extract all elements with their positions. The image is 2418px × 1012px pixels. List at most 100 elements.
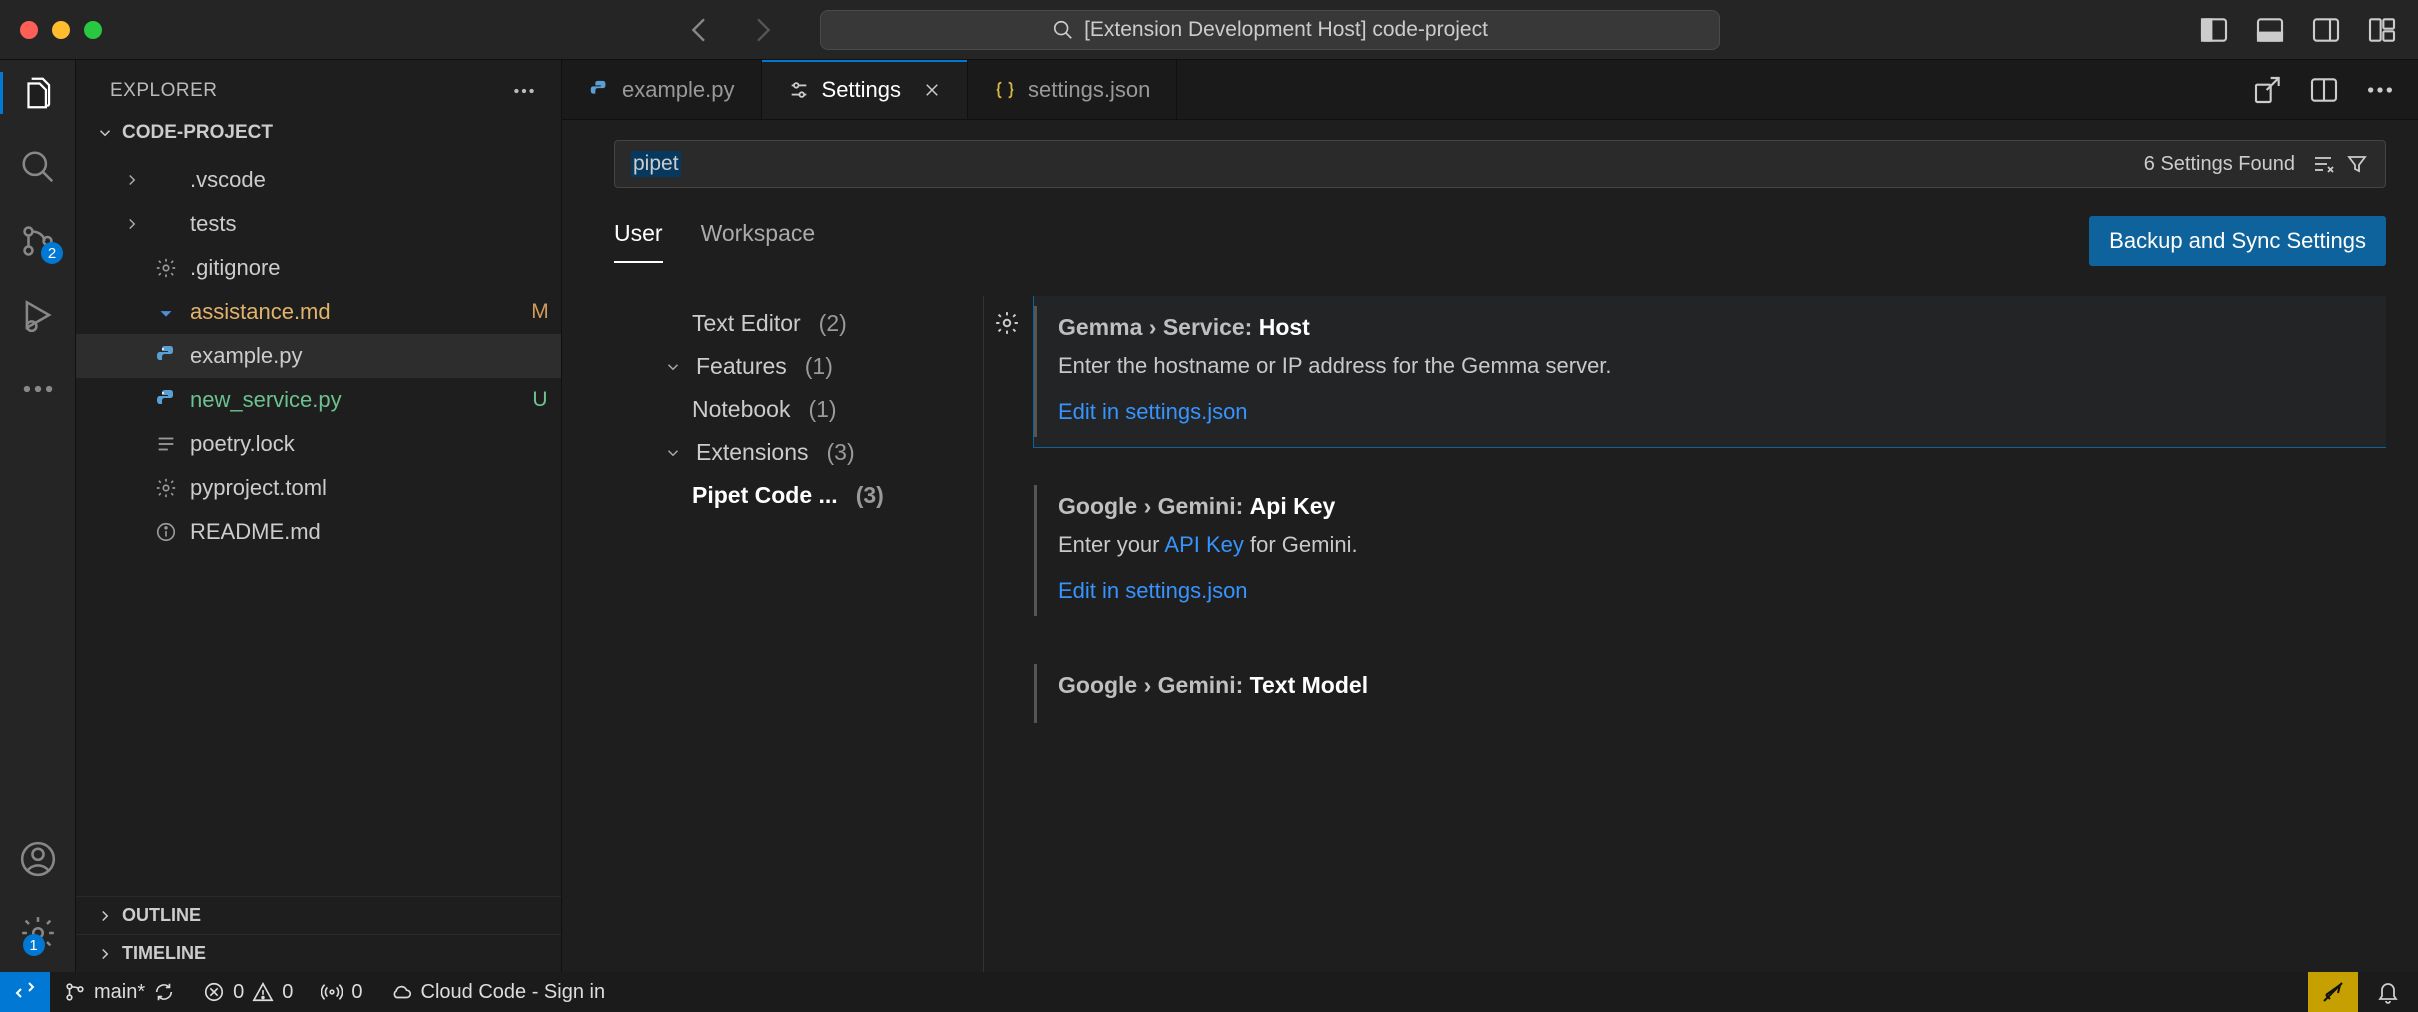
edit-in-settings-json-link[interactable]: Edit in settings.json — [1058, 578, 1248, 603]
layout-customize-icon[interactable] — [2366, 14, 2398, 46]
outline-section-header[interactable]: OUTLINE — [76, 897, 561, 934]
setting-item[interactable]: Google › Gemini: Api KeyEnter your API K… — [1034, 475, 2386, 626]
toc-count: (3) — [856, 482, 884, 509]
sidebar-more-icon[interactable] — [511, 78, 537, 104]
warning-count: 0 — [282, 981, 293, 1004]
gear-icon — [152, 257, 180, 279]
more-actions-icon[interactable] — [2364, 74, 2396, 106]
tab-settings[interactable]: Settings — [762, 60, 969, 119]
lines-icon — [152, 433, 180, 455]
toggle-secondary-sidebar-icon[interactable] — [2310, 14, 2342, 46]
folder-row[interactable]: .vscode — [76, 158, 561, 202]
split-editor-icon[interactable] — [2308, 74, 2340, 106]
tab-example-py[interactable]: example.py — [562, 60, 762, 119]
toc-item[interactable]: Pipet Code ...(3) — [614, 474, 983, 517]
more-views-button[interactable] — [0, 370, 75, 408]
maximize-window-button[interactable] — [84, 21, 102, 39]
toc-count: (1) — [805, 353, 833, 380]
settings-editor: pipet 6 Settings Found User Wor — [562, 120, 2418, 972]
outline-label: OUTLINE — [122, 905, 201, 926]
toc-label: Extensions — [696, 439, 809, 466]
nav-arrows — [684, 14, 778, 46]
sync-icon[interactable] — [153, 981, 175, 1003]
file-label: example.py — [190, 343, 509, 369]
gear-icon — [152, 477, 180, 499]
tab-settings-json[interactable]: settings.json — [968, 60, 1177, 119]
setting-item[interactable]: Google › Gemini: Text Model — [1034, 654, 2386, 733]
file-row[interactable]: .gitignore — [76, 246, 561, 290]
settings-scope-workspace-tab[interactable]: Workspace — [701, 220, 816, 263]
remote-indicator[interactable] — [0, 972, 50, 1012]
git-branch-status[interactable]: main* — [50, 981, 189, 1004]
open-editors-icon[interactable] — [2252, 74, 2284, 106]
toggle-primary-sidebar-icon[interactable] — [2198, 14, 2230, 46]
info-icon — [152, 521, 180, 543]
accounts-button[interactable] — [19, 840, 57, 878]
live-share-status[interactable] — [2308, 972, 2358, 1012]
back-button[interactable] — [684, 14, 716, 46]
file-label: .gitignore — [190, 255, 509, 281]
minimize-window-button[interactable] — [52, 21, 70, 39]
setting-desc-link[interactable]: API Key — [1164, 532, 1243, 557]
ports-status[interactable]: 0 — [307, 981, 376, 1004]
timeline-section-header[interactable]: TIMELINE — [76, 935, 561, 972]
title-bar: [Extension Development Host] code-projec… — [0, 0, 2418, 60]
chevron-right-icon — [122, 215, 142, 233]
toc-item[interactable]: Extensions(3) — [614, 431, 983, 474]
chevron-right-icon — [96, 945, 114, 963]
toggle-panel-icon[interactable] — [2254, 14, 2286, 46]
file-row[interactable]: assistance.mdM — [76, 290, 561, 334]
settings-scope-user-tab[interactable]: User — [614, 220, 663, 263]
clear-search-icon[interactable] — [2311, 152, 2335, 176]
toc-label: Notebook — [692, 396, 790, 423]
gear-icon[interactable] — [994, 310, 1020, 336]
command-center[interactable]: [Extension Development Host] code-projec… — [820, 10, 1720, 50]
file-row[interactable]: new_service.pyU — [76, 378, 561, 422]
file-label: tests — [190, 211, 509, 237]
edit-in-settings-json-link[interactable]: Edit in settings.json — [1058, 399, 1248, 424]
toc-count: (2) — [819, 310, 847, 337]
toc-item[interactable]: Notebook(1) — [614, 388, 983, 431]
folder-section-header[interactable]: CODE-PROJECT — [76, 110, 561, 154]
file-row[interactable]: example.py — [76, 334, 561, 378]
setting-name: Host — [1259, 314, 1310, 340]
explorer-view-button[interactable] — [0, 74, 75, 112]
file-status: M — [519, 300, 561, 324]
cloud-icon — [391, 981, 413, 1003]
file-row[interactable]: pyproject.toml — [76, 466, 561, 510]
toc-item[interactable]: Text Editor (2) — [614, 302, 983, 345]
backup-sync-settings-button[interactable]: Backup and Sync Settings — [2089, 216, 2386, 266]
chevron-right-icon — [96, 907, 114, 925]
setting-scope: Gemma › Service: — [1058, 314, 1259, 340]
manage-button[interactable]: 1 — [19, 914, 57, 952]
filter-icon[interactable] — [2345, 152, 2369, 176]
setting-item[interactable]: Gemma › Service: HostEnter the hostname … — [1034, 296, 2386, 447]
setting-name: Text Model — [1250, 672, 1368, 698]
folder-row[interactable]: tests — [76, 202, 561, 246]
setting-title: Google › Gemini: Text Model — [1058, 672, 2362, 699]
editor-area: example.pySettings settings.json pipet 6 … — [562, 60, 2418, 972]
python-icon — [152, 388, 180, 412]
cloud-code-status[interactable]: Cloud Code - Sign in — [377, 981, 620, 1004]
settings-search-input[interactable]: pipet 6 Settings Found — [614, 140, 2386, 188]
setting-title: Gemma › Service: Host — [1058, 314, 2362, 341]
setting-name: Api Key — [1250, 493, 1336, 519]
command-center-label: [Extension Development Host] code-projec… — [1084, 18, 1488, 42]
toc-label: Text Editor — [692, 310, 801, 337]
file-row[interactable]: README.md — [76, 510, 561, 554]
source-control-view-button[interactable]: 2 — [0, 222, 75, 260]
problems-status[interactable]: 0 0 — [189, 981, 307, 1004]
tab-label: settings.json — [1028, 77, 1150, 103]
forward-button[interactable] — [746, 14, 778, 46]
file-label: new_service.py — [190, 387, 509, 413]
notifications-button[interactable] — [2358, 980, 2418, 1004]
search-view-button[interactable] — [0, 148, 75, 186]
warning-icon — [252, 981, 274, 1003]
file-label: pyproject.toml — [190, 475, 509, 501]
file-row[interactable]: poetry.lock — [76, 422, 561, 466]
toc-item[interactable]: Features(1) — [614, 345, 983, 388]
close-tab-icon[interactable] — [923, 81, 941, 99]
file-tree: .vscode tests .gitignore assistance.mdM exam… — [76, 154, 561, 896]
close-window-button[interactable] — [20, 21, 38, 39]
run-debug-view-button[interactable] — [0, 296, 75, 334]
